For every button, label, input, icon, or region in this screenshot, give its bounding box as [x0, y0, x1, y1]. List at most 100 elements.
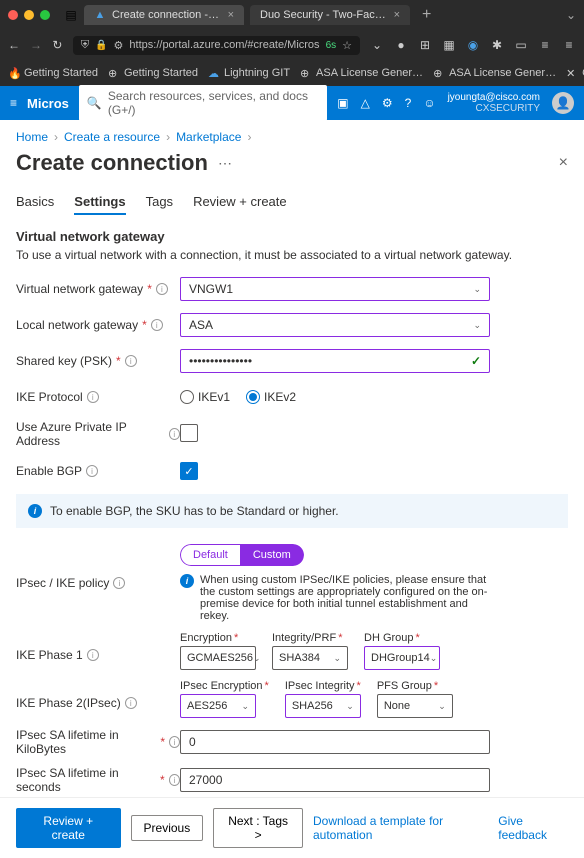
psk-input[interactable]: •••••••••••••••✓	[180, 349, 490, 373]
ext-icon-5[interactable]: ▭	[514, 38, 528, 52]
info-icon[interactable]: i	[87, 391, 99, 403]
person-icon: 👤	[556, 96, 571, 110]
azure-header-right: ▣ △ ⚙ ? ☺ jyoungta@cisco.com CXSECURITY …	[337, 92, 574, 114]
bookmark-item[interactable]: ⊕ASA License Gener…	[300, 67, 423, 79]
bookmark-item[interactable]: ☁Lightning GIT	[208, 67, 290, 79]
more-icon[interactable]: ⋯	[218, 155, 233, 172]
close-tab-icon[interactable]: ×	[394, 9, 400, 21]
tabs-overflow-icon[interactable]: ⌄	[566, 8, 576, 22]
info-icon[interactable]: i	[125, 355, 137, 367]
minimize-window[interactable]	[24, 10, 34, 20]
bgp-checkbox[interactable]: ✓	[180, 462, 198, 480]
avatar[interactable]: 👤	[552, 92, 574, 114]
bookmarks-bar: 🔥Getting Started ⊕Getting Started ☁Light…	[0, 60, 584, 86]
download-template-link[interactable]: Download a template for automation	[313, 814, 488, 842]
menu-icon[interactable]: ≡	[562, 38, 576, 52]
info-icon[interactable]: i	[113, 577, 125, 589]
back-icon[interactable]: ←	[8, 38, 20, 52]
notifications-icon[interactable]: △	[361, 96, 370, 110]
bookmark-item[interactable]: ⊕Getting Started	[108, 67, 198, 79]
vng-select[interactable]: VNGW1⌄	[180, 277, 490, 301]
info-icon[interactable]: i	[169, 736, 180, 748]
cloudshell-icon[interactable]: ▣	[337, 96, 348, 110]
info-icon[interactable]: i	[169, 774, 180, 786]
user-account[interactable]: jyoungta@cisco.com CXSECURITY	[448, 92, 540, 114]
breadcrumb-marketplace[interactable]: Marketplace	[176, 130, 241, 144]
qr-icon[interactable]: ⊞	[418, 38, 432, 52]
tab-review[interactable]: Review + create	[193, 190, 287, 215]
policy-note: When using custom IPSec/IKE policies, pl…	[200, 574, 490, 622]
breadcrumb-home[interactable]: Home	[16, 130, 48, 144]
tab-basics[interactable]: Basics	[16, 190, 54, 215]
browser-tab-2[interactable]: Duo Security - Two-Factor Auth ×	[250, 5, 410, 25]
browser-tab-1[interactable]: ▲ Create connection - Microsoft A ×	[84, 5, 244, 25]
chevron-down-icon: ⌄	[346, 701, 354, 712]
forward-icon[interactable]: →	[30, 38, 42, 52]
new-tab-button[interactable]: +	[416, 6, 437, 24]
breadcrumb-create[interactable]: Create a resource	[64, 130, 160, 144]
info-icon[interactable]: i	[125, 697, 137, 709]
phase2-pfs-select[interactable]: None⌄	[377, 694, 453, 718]
info-icon[interactable]: i	[86, 465, 98, 477]
phase1-int-select[interactable]: SHA384⌄	[272, 646, 348, 670]
sa-sec-label: IPsec SA lifetime in seconds	[16, 766, 156, 794]
phase1-label: IKE Phase 1	[16, 648, 83, 662]
info-icon[interactable]: i	[87, 649, 99, 661]
phase1-dh-select[interactable]: DHGroup14⌄	[364, 646, 440, 670]
tab-settings[interactable]: Settings	[74, 190, 125, 215]
pocket-icon[interactable]: ⌄	[370, 38, 384, 52]
required-indicator: *	[142, 318, 147, 332]
bookmark-star-icon[interactable]: ☆	[342, 39, 352, 52]
globe-icon: ⊕	[108, 67, 120, 79]
ext-icon-3[interactable]: ◉	[466, 38, 480, 52]
help-icon[interactable]: ?	[405, 96, 412, 110]
close-blade-icon[interactable]: ×	[559, 154, 568, 172]
settings-icon[interactable]: ⚙	[382, 96, 393, 110]
ikev2-radio[interactable]: IKEv2	[246, 390, 296, 404]
policy-custom-button[interactable]: Custom	[241, 544, 304, 566]
ext-icon-2[interactable]: ▦	[442, 38, 456, 52]
give-feedback-link[interactable]: Give feedback	[498, 814, 568, 842]
private-ip-checkbox[interactable]	[180, 424, 198, 442]
bookmark-item[interactable]: ✕Cisco SecureX	[566, 67, 584, 79]
feedback-icon[interactable]: ☺	[423, 96, 435, 110]
azure-logo[interactable]: Micros	[27, 96, 69, 111]
ext-icon-4[interactable]: ✱	[490, 38, 504, 52]
ext-icon-6[interactable]: ≡	[538, 38, 552, 52]
phase1-enc-select[interactable]: GCMAES256⌄	[180, 646, 256, 670]
psk-label: Shared key (PSK)	[16, 354, 112, 368]
url-text: https://portal.azure.com/#create/Micros	[129, 39, 319, 51]
bookmark-item[interactable]: 🔥Getting Started	[8, 67, 98, 79]
info-icon[interactable]: i	[151, 319, 163, 331]
cloud-icon: ☁	[208, 67, 220, 79]
azure-header: ≡ Micros 🔍 Search resources, services, a…	[0, 86, 584, 120]
phase2-enc-select[interactable]: AES256⌄	[180, 694, 256, 718]
previous-button[interactable]: Previous	[131, 815, 204, 841]
sa-sec-input[interactable]: 27000	[180, 768, 490, 792]
private-ip-label: Use Azure Private IP Address	[16, 420, 165, 448]
close-tab-icon[interactable]: ×	[228, 9, 234, 21]
ext-icon-1[interactable]: ●	[394, 38, 408, 52]
sa-kb-input[interactable]: 0	[180, 730, 490, 754]
policy-default-button[interactable]: Default	[180, 544, 241, 566]
ike-protocol-label: IKE Protocol	[16, 390, 83, 404]
chevron-down-icon: ⌄	[430, 653, 438, 664]
maximize-window[interactable]	[40, 10, 50, 20]
sidebar-icon[interactable]: ▤	[64, 8, 78, 22]
next-button[interactable]: Next : Tags >	[213, 808, 303, 848]
tab-tags[interactable]: Tags	[146, 190, 173, 215]
info-icon[interactable]: i	[169, 428, 180, 440]
phase2-int-select[interactable]: SHA256⌄	[285, 694, 361, 718]
search-icon: 🔍	[87, 96, 102, 110]
lng-select[interactable]: ASA⌄	[180, 313, 490, 337]
url-bar[interactable]: ⛨ 🔒 ⚙ https://portal.azure.com/#create/M…	[73, 36, 360, 55]
bookmark-item[interactable]: ⊕ASA License Gener…	[433, 67, 556, 79]
hamburger-icon[interactable]: ≡	[10, 96, 17, 110]
reload-icon[interactable]: ↻	[52, 38, 63, 52]
azure-search-input[interactable]: 🔍 Search resources, services, and docs (…	[79, 85, 327, 121]
ikev1-radio[interactable]: IKEv1	[180, 390, 230, 404]
review-create-button[interactable]: Review + create	[16, 808, 121, 848]
bgp-info-box: i To enable BGP, the SKU has to be Stand…	[16, 494, 568, 528]
close-window[interactable]	[8, 10, 18, 20]
info-icon[interactable]: i	[156, 283, 168, 295]
